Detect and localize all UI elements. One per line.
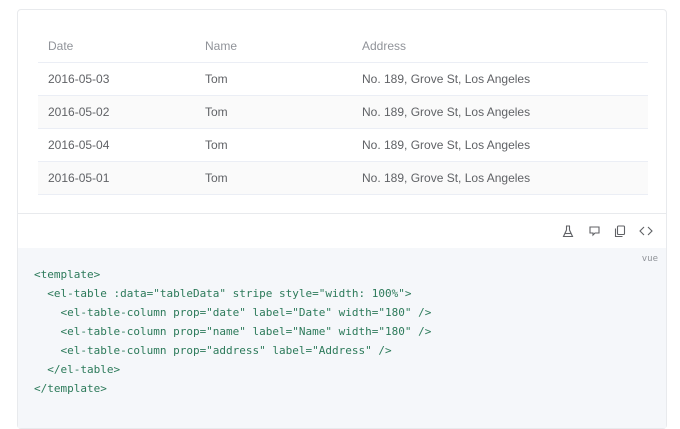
- demo-block: Date Name Address 2016-05-03 Tom No. 189…: [17, 9, 667, 429]
- code-language-label: vue: [641, 254, 658, 264]
- code-line: <el-table-column prop="date" label="Date…: [34, 306, 432, 319]
- code-line: <template>: [34, 268, 101, 281]
- cell-name: Tom: [195, 128, 352, 162]
- cell-name: Tom: [195, 161, 352, 195]
- github-icon[interactable]: [586, 223, 602, 239]
- column-header-address[interactable]: Address: [352, 30, 648, 63]
- demo-toolbar: [18, 214, 666, 248]
- code-line: </el-table>: [34, 363, 121, 376]
- cell-date: 2016-05-01: [38, 161, 195, 195]
- table-row[interactable]: 2016-05-01 Tom No. 189, Grove St, Los An…: [38, 161, 648, 195]
- cell-name: Tom: [195, 95, 352, 129]
- code-content: <template> <el-table :data="tableData" s…: [34, 265, 431, 398]
- code-line: </template>: [34, 382, 107, 395]
- column-header-name[interactable]: Name: [195, 30, 352, 63]
- code-line: <el-table :data="tableData" stripe style…: [34, 287, 412, 300]
- cell-date: 2016-05-03: [38, 62, 195, 96]
- code-line: <el-table-column prop="address" label="A…: [34, 344, 392, 357]
- table-header-row: Date Name Address: [38, 30, 648, 63]
- copy-icon[interactable]: [612, 223, 628, 239]
- code-line: <el-table-column prop="name" label="Name…: [34, 325, 432, 338]
- table-row[interactable]: 2016-05-02 Tom No. 189, Grove St, Los An…: [38, 95, 648, 129]
- code-block: vue <template> <el-table :data="tableDat…: [18, 248, 666, 428]
- cell-address: No. 189, Grove St, Los Angeles: [352, 95, 648, 129]
- cell-name: Tom: [195, 62, 352, 96]
- cell-address: No. 189, Grove St, Los Angeles: [352, 62, 648, 96]
- cell-address: No. 189, Grove St, Los Angeles: [352, 128, 648, 162]
- column-header-date[interactable]: Date: [38, 30, 195, 63]
- striped-table: Date Name Address 2016-05-03 Tom No. 189…: [38, 30, 648, 195]
- table-preview: Date Name Address 2016-05-03 Tom No. 189…: [18, 10, 666, 214]
- playground-flask-icon[interactable]: [560, 223, 576, 239]
- cell-date: 2016-05-02: [38, 95, 195, 129]
- table-row[interactable]: 2016-05-04 Tom No. 189, Grove St, Los An…: [38, 128, 648, 162]
- cell-date: 2016-05-04: [38, 128, 195, 162]
- code-toggle-icon[interactable]: [638, 223, 654, 239]
- cell-address: No. 189, Grove St, Los Angeles: [352, 161, 648, 195]
- table-row[interactable]: 2016-05-03 Tom No. 189, Grove St, Los An…: [38, 62, 648, 96]
